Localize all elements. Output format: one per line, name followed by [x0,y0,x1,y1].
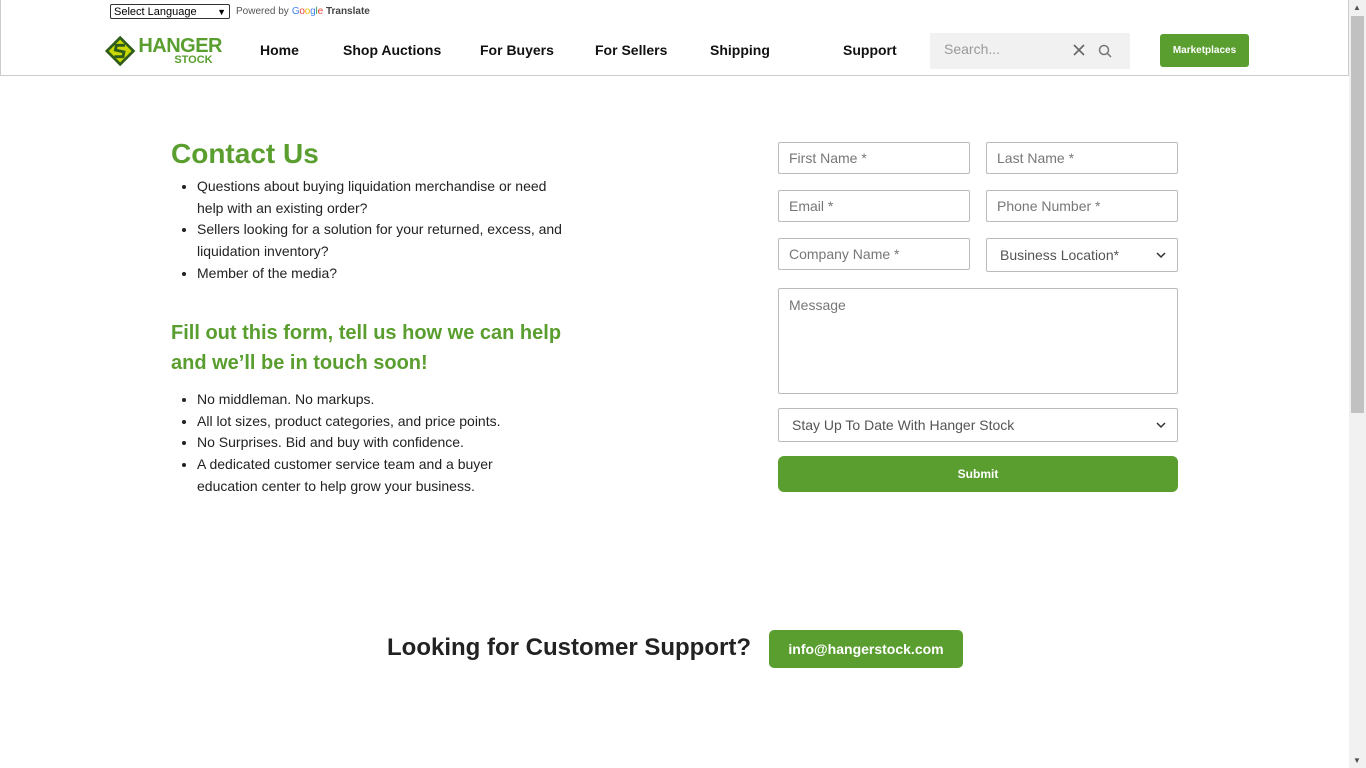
translate-link[interactable]: Translate [326,6,370,17]
nav-support[interactable]: Support [843,42,897,58]
list-item: No middleman. No markups. [197,389,527,411]
nav-shop-auctions[interactable]: Shop Auctions [343,42,441,58]
logo-mark-icon [104,35,136,67]
hanger-stock-logo[interactable]: HANGER STOCK [104,33,222,69]
company-name-field[interactable] [778,238,970,270]
list-item: Sellers looking for a solution for your … [197,219,572,262]
chevron-down-icon: ▼ [217,6,226,17]
business-location-value: Business Location* [1000,247,1120,263]
search-icon[interactable] [1097,43,1113,59]
form-subheading: Fill out this form, tell us how we can h… [171,322,562,374]
page-scrollbar[interactable]: ▲ ▼ [1349,0,1366,768]
nav-shipping[interactable]: Shipping [710,42,770,58]
first-name-field[interactable] [778,142,970,174]
site-header: Select Language ▼ Powered by Google Tran… [0,0,1349,76]
support-email-button[interactable]: info@hangerstock.com [769,630,963,668]
marketplaces-button[interactable]: Marketplaces [1160,34,1249,67]
contact-reasons-list: Questions about buying liquidation merch… [197,176,572,285]
newsletter-select[interactable]: Stay Up To Date With Hanger Stock [778,408,1178,442]
submit-button[interactable]: Submit [778,456,1178,492]
close-icon[interactable] [1071,42,1087,58]
phone-field[interactable] [986,190,1178,222]
search-box [930,33,1130,69]
customer-support-heading: Looking for Customer Support? [387,634,751,661]
last-name-field[interactable] [986,142,1178,174]
nav-for-buyers[interactable]: For Buyers [480,42,554,58]
nav-home[interactable]: Home [260,42,299,58]
list-item: Member of the media? [197,263,572,285]
scroll-up-icon[interactable]: ▲ [1353,3,1361,12]
benefits-list: No middleman. No markups. All lot sizes,… [197,389,527,498]
google-translate-widget: Select Language ▼ Powered by Google Tran… [110,4,370,19]
scrollbar-thumb[interactable] [1351,16,1364,413]
logo-text: HANGER [138,35,222,57]
chevron-down-icon [1156,252,1166,259]
powered-by-label: Powered by [236,6,289,17]
list-item: All lot sizes, product categories, and p… [197,411,527,433]
page-title: Contact Us [171,138,319,169]
newsletter-select-value: Stay Up To Date With Hanger Stock [792,417,1015,433]
list-item: No Surprises. Bid and buy with confidenc… [197,432,527,454]
chevron-down-icon [1156,422,1166,429]
search-input[interactable] [944,41,1064,57]
email-field[interactable] [778,190,970,222]
nav-for-sellers[interactable]: For Sellers [595,42,667,58]
business-location-select[interactable]: Business Location* [986,238,1178,272]
language-select-value: Select Language [114,5,197,18]
language-select[interactable]: Select Language ▼ [110,4,230,19]
list-item: A dedicated customer service team and a … [197,454,527,497]
google-logo: Google [291,6,323,17]
list-item: Questions about buying liquidation merch… [197,176,572,219]
message-field[interactable] [778,288,1178,394]
scroll-down-icon[interactable]: ▼ [1353,756,1361,765]
